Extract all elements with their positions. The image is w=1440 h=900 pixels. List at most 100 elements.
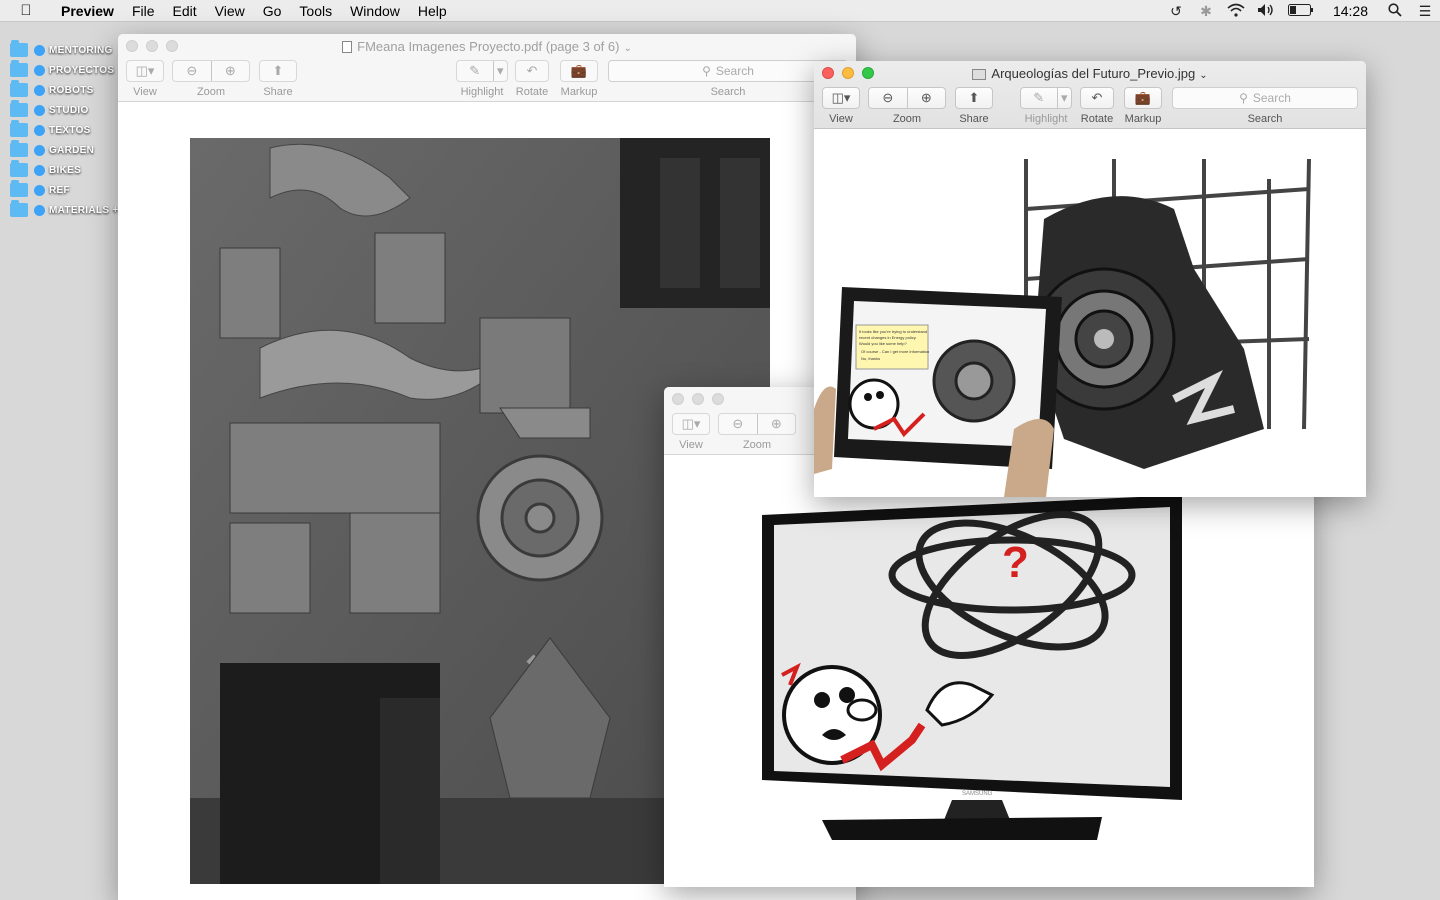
desktop-folder[interactable]: BIKES: [10, 160, 119, 180]
zoom-out-button[interactable]: ⊖: [173, 61, 211, 81]
share-button[interactable]: ⬆: [955, 87, 993, 109]
highlight-buttons: ✎ ▾: [456, 60, 508, 82]
desktop-folder[interactable]: REF: [10, 180, 119, 200]
menu-help[interactable]: Help: [409, 3, 456, 19]
spotlight-icon[interactable]: [1380, 2, 1410, 20]
tv-cartoon-image: SAMSUNG ?: [762, 495, 1182, 840]
folder-icon: [10, 180, 28, 197]
zoom-in-button[interactable]: ⊕: [210, 61, 249, 81]
highlight-buttons: ✎ ▾: [1020, 87, 1072, 109]
window-toolbar: FMeana Imagenes Proyecto.pdf (page 3 of …: [118, 34, 856, 102]
zoom-buttons: ⊖ ⊕: [868, 87, 946, 109]
search-field[interactable]: ⚲ Search: [1172, 87, 1358, 109]
zoom-control: ⊖ ⊕ Zoom: [868, 87, 946, 125]
desktop-folder[interactable]: GARDEN: [10, 140, 119, 160]
rotate-button[interactable]: ↶: [515, 60, 549, 82]
search-icon: ⚲: [1239, 91, 1248, 105]
view-control: ◫▾ View: [126, 60, 164, 98]
search-control: ⚲ Search Search: [1172, 87, 1358, 125]
zoom-buttons: ⊖ ⊕: [172, 60, 250, 82]
folder-icon: [10, 40, 28, 57]
markup-button[interactable]: 💼: [1124, 87, 1162, 109]
zoom-in-button[interactable]: ⊕: [756, 414, 795, 434]
document-icon: [342, 41, 353, 53]
notification-center-icon[interactable]: ☰: [1410, 3, 1440, 20]
window-title-pdf[interactable]: FMeana Imagenes Proyecto.pdf (page 3 of …: [118, 39, 856, 54]
desktop-folder[interactable]: PROYECTOS: [10, 60, 119, 80]
highlight-button[interactable]: ✎: [1021, 88, 1057, 108]
share-control: ⬆ Share: [955, 87, 993, 125]
zoom-out-button[interactable]: ⊖: [869, 88, 907, 108]
menu-edit[interactable]: Edit: [164, 3, 206, 19]
bluetooth-icon[interactable]: ✱: [1191, 3, 1221, 20]
view-control: ◫▾ View: [672, 413, 710, 451]
folder-label: PROYECTOS: [49, 64, 115, 76]
close-button[interactable]: [672, 393, 684, 405]
menu-window[interactable]: Window: [341, 3, 409, 19]
highlight-menu-button[interactable]: ▾: [492, 61, 508, 81]
window-title-jpg[interactable]: Arqueologías del Futuro_Previo.jpg ⌄: [814, 66, 1366, 81]
menu-tools[interactable]: Tools: [290, 3, 341, 19]
highlight-button[interactable]: ✎: [457, 61, 493, 81]
zoom-label: Zoom: [892, 113, 922, 125]
folder-label: TEXTOS: [49, 124, 91, 136]
folder-icon: [10, 120, 28, 137]
view-label: View: [679, 439, 703, 451]
tag-dot-icon: [34, 204, 45, 216]
tag-dot-icon: [34, 44, 45, 56]
rotate-label: Rotate: [1080, 113, 1114, 125]
menu-file[interactable]: File: [123, 3, 164, 19]
share-button[interactable]: ⬆: [259, 60, 297, 82]
minimize-button[interactable]: [692, 393, 704, 405]
desktop-folder[interactable]: STUDIO: [10, 100, 119, 120]
question-mark: ?: [1002, 538, 1029, 587]
sidebar-view-button[interactable]: ◫▾: [672, 413, 710, 435]
rotate-button[interactable]: ↶: [1080, 87, 1114, 109]
markup-label: Markup: [560, 86, 598, 98]
rotate-control: ↶ Rotate: [515, 60, 549, 98]
menu-clock[interactable]: 14:28: [1321, 3, 1380, 19]
folder-icon: [10, 100, 28, 117]
tag-dot-icon: [34, 84, 45, 96]
view-label: View: [133, 86, 157, 98]
zoom-in-button[interactable]: ⊕: [906, 88, 945, 108]
apple-menu-icon[interactable]: : [0, 2, 52, 19]
folder-icon: [10, 80, 28, 97]
menu-view[interactable]: View: [206, 3, 254, 19]
sidebar-view-button[interactable]: ◫▾: [126, 60, 164, 82]
menu-go[interactable]: Go: [254, 3, 291, 19]
highlight-label: Highlight: [1024, 113, 1068, 125]
folder-icon: [10, 140, 28, 157]
chevron-down-icon: ⌄: [1199, 70, 1208, 81]
battery-icon[interactable]: [1281, 3, 1321, 19]
window-controls: [672, 393, 732, 405]
highlight-menu-button[interactable]: ▾: [1056, 88, 1072, 108]
desktop-folder[interactable]: TEXTOS: [10, 120, 119, 140]
folder-label: MENTORING: [49, 44, 113, 56]
folder-icon: [10, 60, 28, 77]
sidebar-view-button[interactable]: ◫▾: [822, 87, 860, 109]
volume-icon[interactable]: [1251, 3, 1281, 20]
zoom-control: ⊖ ⊕ Zoom: [718, 413, 796, 451]
highlight-label: Highlight: [460, 86, 504, 98]
wifi-icon[interactable]: [1221, 3, 1251, 20]
chevron-down-icon: ⌄: [623, 43, 632, 54]
tv-brand: SAMSUNG: [962, 791, 993, 797]
markup-button[interactable]: 💼: [560, 60, 598, 82]
tag-dot-icon: [34, 124, 45, 136]
desktop-folder[interactable]: MENTORING: [10, 40, 119, 60]
tag-dot-icon: [34, 64, 45, 76]
time-machine-icon[interactable]: ↺: [1161, 3, 1191, 20]
tag-dot-icon: [34, 164, 45, 176]
zoom-window-button[interactable]: [712, 393, 724, 405]
zoom-out-button[interactable]: ⊖: [719, 414, 757, 434]
search-field[interactable]: ⚲ Search: [608, 60, 848, 82]
desktop-folder[interactable]: MATERIALS +: [10, 200, 119, 220]
folder-label: ROBOTS: [49, 84, 94, 96]
folder-label: GARDEN: [49, 144, 95, 156]
menu-app-name[interactable]: Preview: [52, 3, 123, 19]
folder-label: BIKES: [49, 164, 82, 176]
gear-scaffold-image: It looks like you're trying to understan…: [814, 158, 1311, 497]
desktop-folder[interactable]: ROBOTS: [10, 80, 119, 100]
zoom-label: Zoom: [742, 439, 772, 451]
